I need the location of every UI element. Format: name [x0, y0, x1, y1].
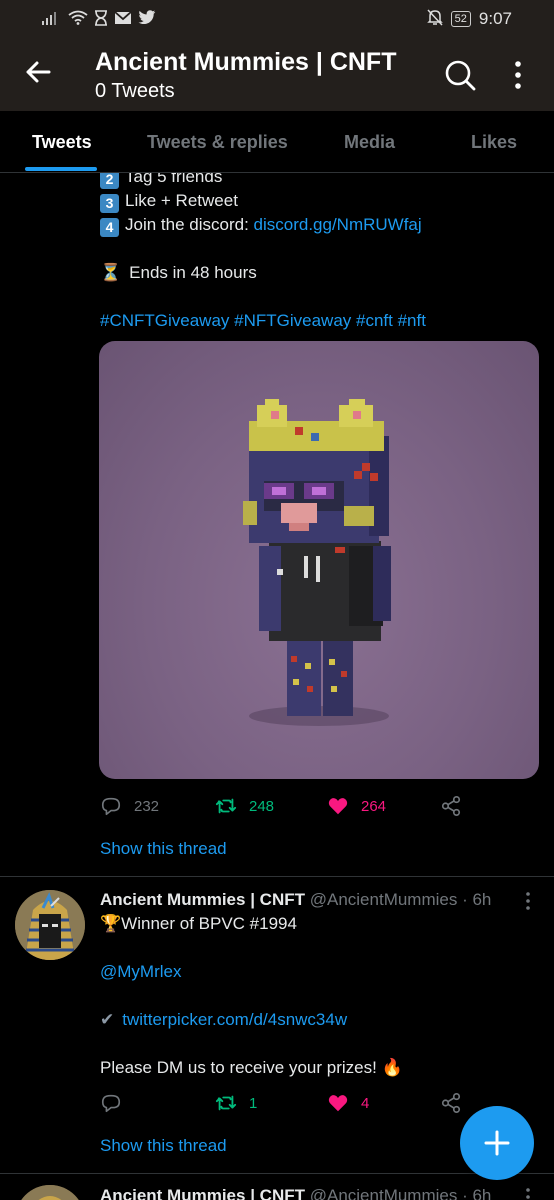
status-icons-right: 52 9:07 — [426, 9, 512, 29]
tab-tweets[interactable]: Tweets — [32, 132, 92, 153]
pharaoh-avatar-image — [15, 890, 85, 960]
keycap-3-icon: 3 — [100, 194, 119, 213]
reply-count: 232 — [134, 797, 160, 815]
tab-tweets-and-replies[interactable]: Tweets & replies — [147, 132, 288, 153]
wifi-icon — [68, 10, 88, 28]
heart-icon — [328, 798, 348, 815]
profile-title: Ancient Mummies | CNFT — [95, 48, 397, 76]
tweet-1-step-3: 3 Like + Retweet — [100, 191, 238, 213]
search-button[interactable] — [443, 58, 477, 92]
tweet-3-handle-time: @AncientMummies · 6h — [309, 1186, 492, 1200]
status-icons-left — [42, 9, 156, 29]
twitterpicker-link[interactable]: twitterpicker.com/d/4snwc34w — [122, 1010, 347, 1029]
discord-link[interactable]: discord.gg/NmRUWfaj — [254, 215, 422, 234]
back-button[interactable] — [22, 56, 54, 88]
tweet-2-avatar[interactable] — [15, 890, 85, 960]
plus-icon — [484, 1130, 510, 1156]
more-vertical-icon — [526, 1188, 530, 1199]
like-count: 264 — [361, 797, 387, 815]
tweet-1-image[interactable] — [99, 341, 539, 779]
bell-off-icon — [426, 9, 443, 29]
tweet-2-header: Ancient Mummies | CNFT @AncientMummies ·… — [100, 890, 491, 910]
hourglass-emoji-icon: ⏳ — [100, 263, 122, 282]
retweet-count: 248 — [249, 797, 275, 815]
voxel-mummy-cat-image — [243, 399, 391, 726]
tweet-3-avatar[interactable] — [15, 1185, 85, 1200]
tweet-3-menu-button[interactable] — [520, 1187, 536, 1200]
profile-tabs: Tweets Tweets & replies Media Likes — [0, 111, 554, 173]
active-tab-indicator — [25, 167, 97, 171]
tweet-2-winner-line: 🏆Winner of BPVC #1994 — [100, 914, 297, 933]
reply-button[interactable] — [100, 1092, 134, 1114]
arrow-left-icon — [26, 61, 51, 83]
tweet-divider — [0, 1173, 554, 1174]
tweet-count: 0 Tweets — [95, 80, 175, 102]
more-vertical-icon — [526, 892, 530, 910]
share-button[interactable] — [440, 1092, 462, 1114]
check-mark-icon: ✔ — [100, 1010, 115, 1029]
reply-icon — [101, 1094, 121, 1113]
signal-icon — [42, 11, 62, 28]
like-count: 4 — [361, 1094, 370, 1112]
tweet-feed[interactable]: 2 Tag 5 friends 3 Like + Retweet 4 Join the… — [0, 173, 554, 1200]
tweet-1-actions: 232 248 264 — [100, 795, 480, 821]
tweet-divider — [0, 876, 554, 877]
retweet-icon — [215, 1095, 237, 1111]
pharaoh-avatar-image — [15, 1185, 85, 1200]
tweet-1-show-thread-link[interactable]: Show this thread — [100, 839, 227, 859]
tweet-1-step-2: 2 Tag 5 friends — [100, 173, 222, 189]
battery-indicator: 52 — [450, 11, 471, 27]
tweet-2-handle-time: @AncientMummies · 6h — [309, 890, 492, 909]
tweet-3-header: Ancient Mummies | CNFT @AncientMummies ·… — [100, 1186, 491, 1200]
tab-likes[interactable]: Likes — [471, 132, 517, 153]
search-icon — [445, 60, 476, 91]
clock: 9:07 — [478, 9, 512, 28]
share-button[interactable] — [440, 795, 462, 817]
retweet-button[interactable]: 1 — [215, 1092, 257, 1114]
share-icon — [441, 1093, 461, 1113]
tweet-2-dm-line: Please DM us to receive your prizes! 🔥 — [100, 1058, 403, 1077]
keycap-2-icon: 2 — [100, 173, 119, 189]
keycap-4-icon: 4 — [100, 218, 119, 237]
retweet-button[interactable]: 248 — [215, 795, 274, 817]
tweet-2-author-name[interactable]: Ancient Mummies | CNFT — [100, 890, 305, 909]
tweet-2-mention[interactable]: @MyMrlex — [100, 962, 181, 982]
tweet-1-step-4: 4 Join the discord: discord.gg/NmRUWfaj — [100, 215, 422, 237]
like-button[interactable]: 4 — [327, 1092, 369, 1114]
tab-media[interactable]: Media — [344, 132, 395, 153]
tweet-2-show-thread-link[interactable]: Show this thread — [100, 1136, 227, 1156]
tweet-1-hashtags[interactable]: #CNFTGiveaway #NFTGiveaway #cnft #nft — [100, 311, 426, 331]
tweet-2-actions: 1 4 — [100, 1092, 480, 1118]
more-options-button[interactable] — [506, 58, 530, 92]
status-bar: 52 9:07 — [0, 0, 554, 38]
heart-icon — [328, 1095, 348, 1112]
retweet-icon — [215, 798, 237, 814]
tweet-2-menu-button[interactable] — [520, 891, 536, 911]
mail-icon — [114, 10, 132, 28]
hourglass-icon — [94, 9, 108, 29]
profile-header: Ancient Mummies | CNFT 0 Tweets — [0, 38, 554, 111]
share-icon — [441, 796, 461, 816]
tweet-3-author-name[interactable]: Ancient Mummies | CNFT — [100, 1186, 305, 1200]
tweet-2-link-line: ✔ twitterpicker.com/d/4snwc34w — [100, 1010, 347, 1030]
fire-emoji-icon: 🔥 — [381, 1058, 403, 1077]
compose-tweet-button[interactable] — [460, 1106, 534, 1180]
trophy-emoji-icon: 🏆 — [100, 914, 122, 933]
retweet-count: 1 — [249, 1094, 258, 1112]
tweet-1-ends: ⏳ Ends in 48 hours — [100, 263, 257, 282]
twitter-bird-icon — [138, 10, 156, 28]
reply-icon — [101, 797, 121, 816]
more-vertical-icon — [515, 61, 521, 89]
like-button[interactable]: 264 — [327, 795, 386, 817]
reply-button[interactable]: 232 — [100, 795, 159, 817]
